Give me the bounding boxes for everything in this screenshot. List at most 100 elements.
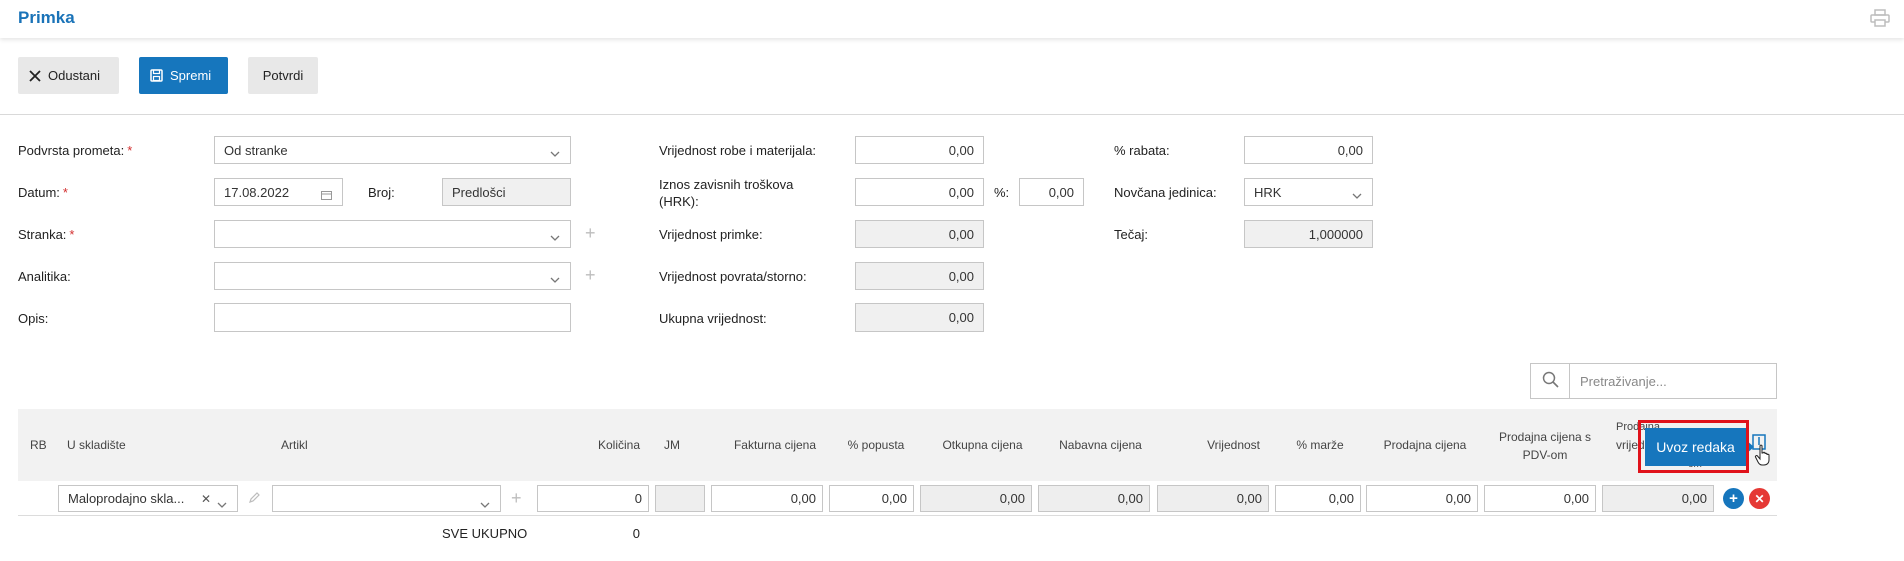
last-value-field: 0,00 bbox=[1602, 485, 1714, 512]
rate-value: 1,000000 bbox=[1308, 226, 1363, 242]
discount-label: % rabata: bbox=[1114, 143, 1170, 158]
col-sale-price-vat: Prodajna cijena s PDV-om bbox=[1498, 430, 1592, 462]
dependent-costs-value: 0,00 bbox=[948, 184, 974, 200]
margin-pct-value: 0,00 bbox=[1328, 491, 1354, 506]
dependent-costs-percent-value: 0,00 bbox=[1048, 184, 1074, 200]
dependent-costs-label: Iznos zavisnih troškova (HRK): bbox=[659, 177, 794, 209]
analytics-select[interactable] bbox=[214, 262, 571, 290]
date-input[interactable]: 17.08.2022 bbox=[214, 178, 343, 206]
search-button[interactable] bbox=[1530, 363, 1570, 399]
confirm-label: Potvrdi bbox=[262, 68, 304, 83]
add-item-icon[interactable]: + bbox=[511, 489, 522, 507]
party-label: Stranka: * bbox=[18, 227, 75, 242]
row-value: 0,00 bbox=[1236, 491, 1262, 506]
col-purchase-price: Otkupna cijena bbox=[942, 438, 1023, 452]
goods-value: 0,00 bbox=[948, 142, 974, 158]
return-value-label: Vrijednost povrata/storno: bbox=[659, 269, 807, 284]
analytics-label: Analitika: bbox=[18, 269, 71, 284]
subtype-select[interactable]: Od stranke bbox=[214, 136, 571, 164]
purchase-price-value: 0,00 bbox=[999, 491, 1025, 506]
party-select[interactable] bbox=[214, 220, 571, 248]
search-placeholder: Pretraživanje... bbox=[1580, 373, 1667, 389]
divider bbox=[0, 114, 1904, 115]
sale-price-input[interactable]: 0,00 bbox=[1366, 485, 1478, 512]
currency-select[interactable]: HRK bbox=[1244, 178, 1373, 206]
col-margin-pct: % marže bbox=[1296, 438, 1344, 452]
total-value-field: 0,00 bbox=[855, 303, 984, 332]
col-unit: JM bbox=[664, 438, 680, 452]
purchase-price-field: 0,00 bbox=[920, 485, 1032, 512]
discount-input[interactable]: 0,00 bbox=[1244, 136, 1373, 164]
rate-label: Tečaj: bbox=[1114, 227, 1148, 242]
cancel-button[interactable]: Odustani bbox=[18, 57, 119, 94]
last-value: 0,00 bbox=[1681, 491, 1707, 506]
subtype-value: Od stranke bbox=[224, 142, 288, 158]
quantity-input[interactable]: 0 bbox=[537, 485, 649, 512]
discount-pct-input[interactable]: 0,00 bbox=[829, 485, 914, 512]
value-field: 0,00 bbox=[1157, 485, 1269, 512]
number-value: Predlošci bbox=[452, 184, 506, 200]
row-divider bbox=[18, 515, 1777, 516]
number-label: Broj: bbox=[368, 185, 395, 200]
receipt-value-field: 0,00 bbox=[855, 220, 984, 248]
dependent-costs-percent-label: %: bbox=[994, 185, 1010, 200]
plus-icon: + bbox=[1729, 490, 1738, 507]
col-item: Artikl bbox=[281, 438, 308, 452]
description-input[interactable] bbox=[214, 303, 571, 332]
chevron-down-icon bbox=[1352, 187, 1362, 202]
rate-field: 1,000000 bbox=[1244, 220, 1373, 248]
col-value: Vrijednost bbox=[1207, 438, 1260, 452]
page-header: Primka bbox=[0, 0, 1904, 38]
total-value: 0,00 bbox=[948, 310, 974, 325]
add-party-icon[interactable]: + bbox=[585, 224, 596, 242]
dependent-costs-input[interactable]: 0,00 bbox=[855, 178, 984, 206]
dependent-costs-percent-input[interactable]: 0,00 bbox=[1019, 178, 1084, 206]
chevron-down-icon bbox=[480, 496, 490, 511]
hand-cursor-icon bbox=[1754, 444, 1772, 469]
close-icon bbox=[29, 69, 41, 82]
invoice-price-input[interactable]: 0,00 bbox=[711, 485, 823, 512]
currency-label: Novčana jedinica: bbox=[1114, 185, 1217, 200]
invoice-price-value: 0,00 bbox=[790, 491, 816, 506]
highlight-frame bbox=[1638, 420, 1749, 473]
save-label: Spremi bbox=[170, 68, 212, 83]
page-title: Primka bbox=[18, 8, 75, 27]
chevron-down-icon bbox=[550, 145, 560, 160]
confirm-button[interactable]: Potvrdi bbox=[248, 57, 318, 94]
clear-icon[interactable]: ✕ bbox=[201, 492, 211, 506]
chevron-down-icon bbox=[550, 229, 560, 244]
calendar-icon[interactable] bbox=[321, 188, 332, 203]
sale-price-vat-input[interactable]: 0,00 bbox=[1484, 485, 1596, 512]
sale-price-value: 0,00 bbox=[1445, 491, 1471, 506]
receipt-value-label: Vrijednost primke: bbox=[659, 227, 763, 242]
date-label: Datum: * bbox=[18, 185, 68, 200]
item-select[interactable] bbox=[272, 485, 501, 512]
quantity-value: 0 bbox=[634, 491, 642, 506]
goods-value-input[interactable]: 0,00 bbox=[855, 136, 984, 164]
save-button[interactable]: Spremi bbox=[139, 57, 228, 94]
col-quantity: Količina bbox=[597, 438, 640, 452]
warehouse-select[interactable]: Maloprodajno skla... ✕ bbox=[58, 485, 238, 512]
col-cost-price: Nabavna cijena bbox=[1059, 438, 1142, 452]
chevron-down-icon bbox=[217, 496, 227, 511]
total-label: SVE UKUPNO bbox=[442, 526, 528, 541]
pencil-icon[interactable] bbox=[248, 491, 261, 507]
subtype-label: Podvrsta prometa: * bbox=[18, 143, 133, 158]
delete-row-button[interactable]: ✕ bbox=[1749, 488, 1770, 509]
add-analytics-icon[interactable]: + bbox=[585, 266, 596, 284]
search-input[interactable]: Pretraživanje... bbox=[1569, 363, 1777, 399]
return-value-field: 0,00 bbox=[855, 262, 984, 290]
return-value: 0,00 bbox=[948, 268, 974, 284]
printer-icon[interactable] bbox=[1870, 9, 1890, 27]
col-sale-price: Prodajna cijena bbox=[1383, 438, 1467, 452]
unit-field bbox=[655, 485, 705, 512]
number-field: Predlošci bbox=[442, 178, 571, 206]
close-icon: ✕ bbox=[1754, 491, 1765, 506]
col-rb: RB bbox=[30, 438, 47, 452]
margin-pct-input[interactable]: 0,00 bbox=[1275, 485, 1361, 512]
add-row-button[interactable]: + bbox=[1723, 488, 1744, 509]
discount-value: 0,00 bbox=[1337, 142, 1363, 158]
search-icon bbox=[1542, 371, 1559, 391]
chevron-down-icon bbox=[550, 271, 560, 286]
cost-price-field: 0,00 bbox=[1038, 485, 1150, 512]
